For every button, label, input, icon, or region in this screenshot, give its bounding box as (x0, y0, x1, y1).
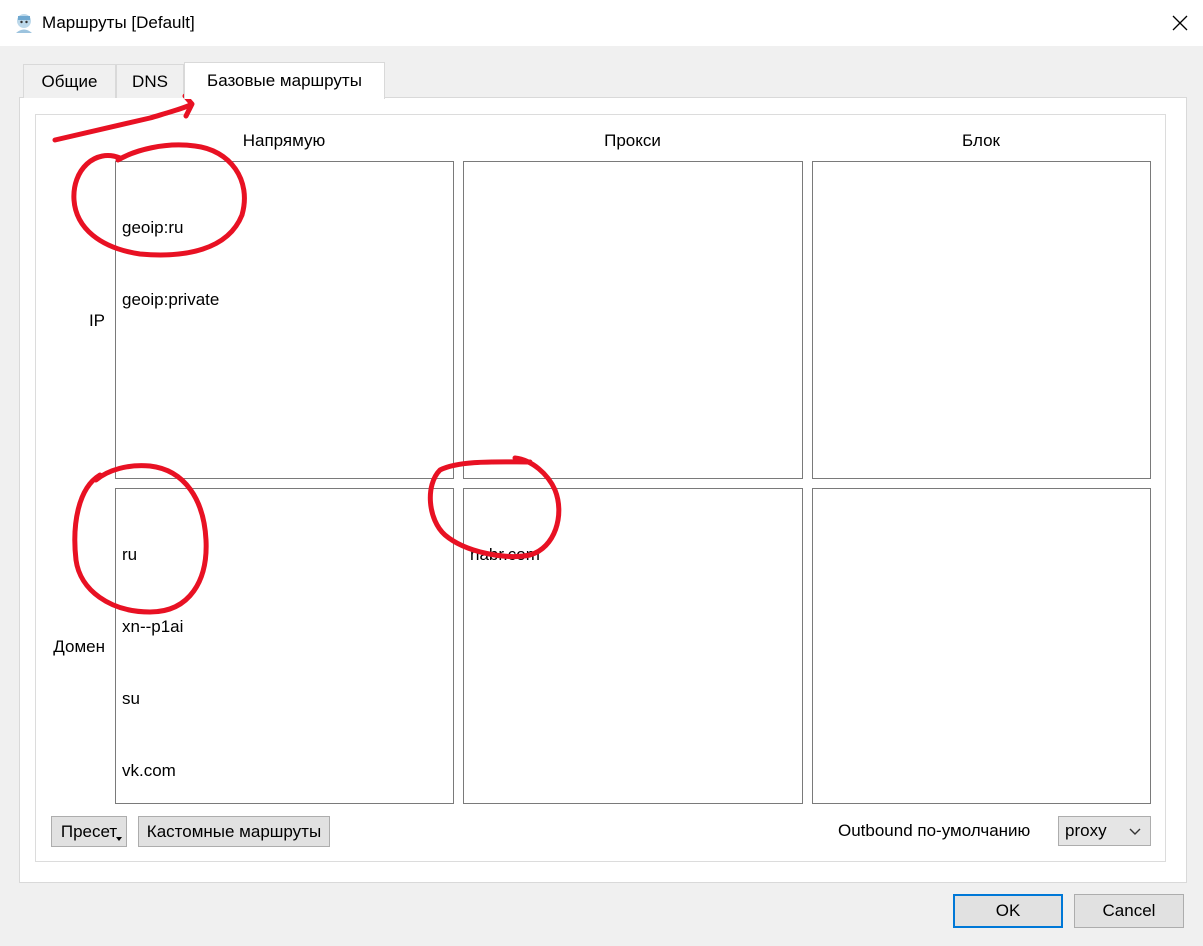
cancel-button-label: Cancel (1102, 901, 1156, 920)
column-header-direct: Напрямую (242, 131, 326, 150)
list-item: xn--p1ai (122, 617, 184, 636)
ip-proxy-textarea[interactable] (463, 161, 803, 479)
chevron-down-icon (1129, 828, 1141, 835)
custom-routes-label: Кастомные маршруты (146, 821, 322, 841)
outbound-label: Outbound по-умолчанию (838, 821, 1031, 840)
outbound-select-value: proxy (1065, 821, 1107, 840)
row-label-ip: IP (88, 311, 105, 330)
preset-button[interactable]: Пресет (51, 816, 127, 847)
list-item: ru (122, 545, 138, 564)
list-item: geoip:private (122, 290, 220, 309)
tab-label: Базовые маршруты (207, 71, 362, 90)
list-item: habr.com (470, 545, 540, 564)
custom-routes-button[interactable]: Кастомные маршруты (138, 816, 330, 847)
tab-base-routes[interactable]: Базовые маршруты (184, 62, 385, 99)
tab-general[interactable]: Общие (23, 64, 116, 98)
cancel-button[interactable]: Cancel (1074, 894, 1184, 928)
title-bar: Маршруты [Default] (0, 0, 1203, 46)
window-title: Маршруты [Default] (42, 13, 195, 32)
tab-label: Общие (41, 71, 98, 91)
ip-block-textarea[interactable] (812, 161, 1151, 479)
tab-label: DNS (132, 71, 168, 91)
close-button[interactable] (1157, 0, 1203, 46)
outbound-select[interactable]: proxy (1058, 816, 1151, 846)
close-icon (1172, 15, 1188, 31)
preset-button-label: Пресет (60, 821, 118, 841)
dropdown-arrow-icon (116, 837, 122, 841)
ok-button-label: OK (995, 901, 1021, 920)
column-header-block: Блок (962, 131, 1000, 150)
app-icon (16, 14, 32, 33)
ok-button[interactable]: OK (953, 894, 1063, 928)
column-header-proxy: Прокси (604, 131, 661, 150)
domain-block-textarea[interactable] (812, 488, 1151, 804)
list-item: su (122, 689, 140, 708)
domain-proxy-textarea[interactable]: habr.com (463, 488, 803, 804)
tab-dns[interactable]: DNS (116, 64, 184, 98)
domain-direct-textarea[interactable]: ru xn--p1ai su vk.com (115, 488, 454, 804)
list-item: geoip:ru (122, 218, 184, 237)
ip-direct-textarea[interactable]: geoip:ru geoip:private (115, 161, 454, 479)
row-label-domain: Домен (53, 637, 105, 656)
list-item: vk.com (122, 761, 176, 780)
